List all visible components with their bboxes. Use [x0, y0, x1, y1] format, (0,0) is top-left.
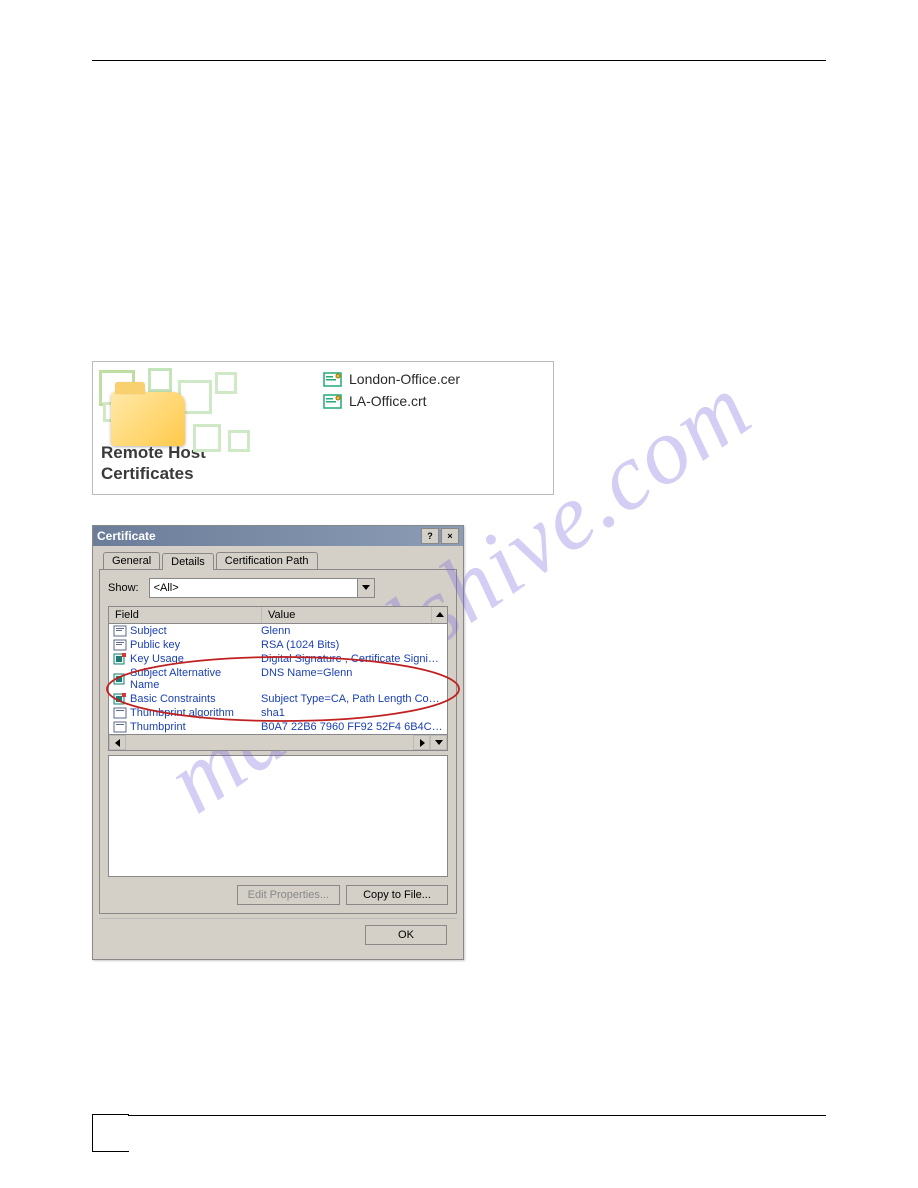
panel-file-list: London-Office.cer LA-Office.crt	[323, 362, 553, 494]
list-row[interactable]: Key Usage Digital Signature , Certificat…	[109, 652, 447, 666]
field-label: Thumbprint algorithm	[130, 707, 234, 719]
tab-general-label: General	[112, 555, 151, 567]
page-number-box	[92, 1114, 129, 1152]
cert-field-listbox[interactable]: Field Value Subject Glenn Public key RSA…	[108, 606, 448, 751]
help-button[interactable]: ?	[421, 528, 439, 544]
field-doc-icon	[113, 639, 127, 651]
button-label: OK	[398, 929, 414, 941]
copy-to-file-button[interactable]: Copy to File...	[346, 885, 448, 905]
button-label: Edit Properties...	[248, 889, 329, 901]
cert-file-label: LA-Office.crt	[349, 393, 427, 409]
field-value: B0A7 22B6 7960 FF92 52F4 6B4C A2...	[261, 721, 447, 733]
field-label: Key Usage	[130, 653, 184, 665]
list-row[interactable]: Subject Glenn	[109, 624, 447, 638]
field-label: Public key	[130, 639, 180, 651]
tab-details-label: Details	[171, 556, 205, 568]
cert-file-label: London-Office.cer	[349, 371, 460, 387]
scroll-right-button[interactable]	[413, 735, 430, 750]
footer-divider	[128, 1115, 826, 1116]
show-filter-value: <All>	[154, 582, 179, 594]
tab-general[interactable]: General	[103, 552, 160, 569]
show-label: Show:	[108, 582, 139, 594]
scroll-up-button[interactable]	[431, 607, 447, 623]
field-doc-icon	[113, 625, 127, 637]
scroll-down-button[interactable]	[430, 735, 447, 750]
panel-title: Remote Host Certificates	[93, 443, 206, 484]
field-label: Subject	[130, 625, 167, 637]
col-header-value[interactable]: Value	[262, 607, 431, 623]
list-header: Field Value	[109, 607, 447, 624]
tab-details-pane: Show: <All> Field Value	[99, 569, 457, 914]
folder-icon	[111, 392, 185, 446]
col-header-field[interactable]: Field	[109, 607, 262, 623]
tab-details[interactable]: Details	[162, 553, 214, 570]
scroll-left-button[interactable]	[109, 735, 126, 750]
deco-square-icon	[215, 372, 237, 394]
list-row[interactable]: Subject Alternative Name DNS Name=Glenn	[109, 666, 447, 692]
edit-properties-button: Edit Properties...	[237, 885, 340, 905]
deco-square-icon	[193, 424, 221, 452]
field-doc-icon	[113, 707, 127, 719]
field-value: RSA (1024 Bits)	[261, 639, 339, 651]
field-value: DNS Name=Glenn	[261, 667, 352, 679]
remote-host-cert-panel: Remote Host Certificates London-Office.c…	[92, 361, 554, 495]
ok-button[interactable]: OK	[365, 925, 447, 945]
dialog-title-text: Certificate	[97, 529, 156, 543]
field-value: Subject Type=CA, Path Length Cons...	[261, 693, 447, 705]
list-row[interactable]: Public key RSA (1024 Bits)	[109, 638, 447, 652]
deco-square-icon	[228, 430, 250, 452]
field-label: Subject Alternative Name	[130, 667, 253, 691]
field-label: Thumbprint	[130, 721, 186, 733]
tab-certification-path[interactable]: Certification Path	[216, 552, 318, 569]
field-value: Digital Signature , Certificate Signing(…	[261, 653, 447, 665]
field-ext-icon	[113, 673, 127, 685]
tab-certpath-label: Certification Path	[225, 555, 309, 567]
field-value: sha1	[261, 707, 285, 719]
field-label: Basic Constraints	[130, 693, 216, 705]
certificate-file-icon	[323, 392, 345, 410]
cert-file-item[interactable]: LA-Office.crt	[323, 390, 553, 412]
list-row[interactable]: Thumbprint B0A7 22B6 7960 FF92 52F4 6B4C…	[109, 720, 447, 734]
panel-left-art: Remote Host Certificates	[93, 362, 323, 494]
field-ext-icon	[113, 693, 127, 705]
certificate-file-icon	[323, 370, 345, 388]
panel-title-line2: Certificates	[101, 464, 194, 483]
horizontal-scrollbar[interactable]	[109, 734, 447, 750]
question-icon: ?	[427, 531, 433, 541]
field-doc-icon	[113, 721, 127, 733]
cert-file-item[interactable]: London-Office.cer	[323, 368, 553, 390]
panel-title-line1: Remote Host	[101, 443, 206, 462]
header-divider	[92, 60, 826, 61]
deco-square-icon	[148, 368, 172, 392]
field-ext-icon	[113, 653, 127, 665]
button-label: Copy to File...	[363, 889, 431, 901]
show-filter-dropdown[interactable]: <All>	[149, 578, 375, 598]
field-value: Glenn	[261, 625, 290, 637]
list-row[interactable]: Basic Constraints Subject Type=CA, Path …	[109, 692, 447, 706]
list-row[interactable]: Thumbprint algorithm sha1	[109, 706, 447, 720]
dialog-titlebar[interactable]: Certificate ? ×	[93, 526, 463, 546]
scroll-track[interactable]	[126, 735, 413, 750]
